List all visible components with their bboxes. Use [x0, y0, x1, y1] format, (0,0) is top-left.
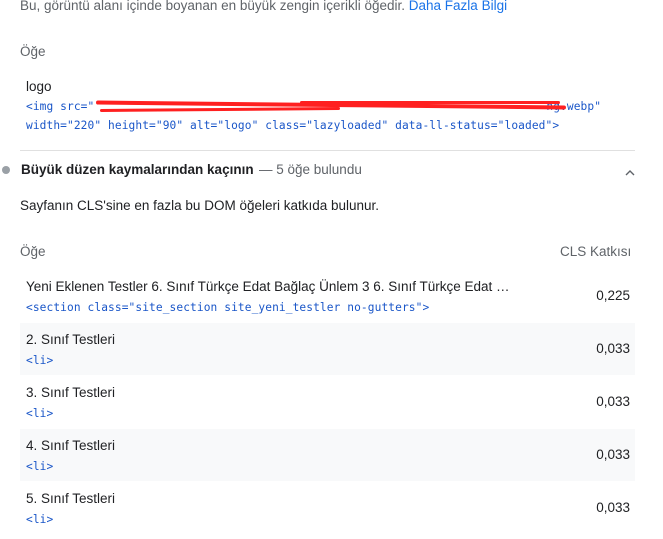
- row-label: 3. Sınıf Testleri: [26, 385, 116, 400]
- row-cls-value: 0,225: [596, 288, 630, 303]
- row-snippet: <section class="site_section site_yeni_t…: [26, 301, 430, 314]
- row-cls-value: 0,033: [596, 341, 630, 356]
- audit-header-cls[interactable]: Büyük düzen kaymalarından kaçının — 5 öğ…: [0, 152, 640, 188]
- row-snippet: <li>: [26, 407, 54, 420]
- row-label: 5. Sınıf Testleri: [26, 491, 116, 506]
- row-cls-value: 0,033: [596, 447, 630, 462]
- table-row: 3. Sınıf Testleri <li> 0,033: [20, 376, 635, 428]
- column-header-cls: CLS Katkısı: [560, 244, 632, 259]
- column-header-element: Öğe: [20, 244, 46, 259]
- row-cls-value: 0,033: [596, 500, 630, 515]
- audit-summary: — 5 öğe bulundu: [259, 162, 362, 177]
- table-row: 4. Sınıf Testleri <li> 0,033: [20, 429, 635, 481]
- audit-title: Büyük düzen kaymalarından kaçının: [21, 162, 254, 177]
- redaction-mark: [300, 101, 560, 104]
- table-row: Yeni Eklenen Testler 6. Sınıf Türkçe Eda…: [20, 270, 635, 322]
- audit-description: Bu, görüntü alanı içinde boyanan en büyü…: [20, 0, 507, 13]
- row-label: Yeni Eklenen Testler 6. Sınıf Türkçe Eda…: [26, 279, 510, 294]
- element-label: logo: [26, 79, 52, 94]
- chevron-up-icon[interactable]: [624, 165, 636, 183]
- element-snippet-start: <img src=": [26, 100, 95, 113]
- row-cls-value: 0,033: [596, 394, 630, 409]
- divider: [20, 150, 635, 151]
- table-row: 5. Sınıf Testleri <li> 0,033: [20, 482, 635, 534]
- audit-description-cls: Sayfanın CLS'sine en fazla bu DOM öğeler…: [20, 198, 380, 213]
- row-label: 2. Sınıf Testleri: [26, 332, 116, 347]
- table-row: 2. Sınıf Testleri <li> 0,033: [20, 323, 635, 375]
- row-label: 4. Sınıf Testleri: [26, 438, 116, 453]
- column-header-element: Öğe: [20, 44, 46, 59]
- row-snippet: <li>: [26, 513, 54, 526]
- row-snippet: <li>: [26, 460, 54, 473]
- row-snippet: <li>: [26, 354, 54, 367]
- lcp-description-text: Bu, görüntü alanı içinde boyanan en büyü…: [20, 0, 406, 13]
- learn-more-link[interactable]: Daha Fazla Bilgi: [409, 0, 507, 13]
- element-snippet-line2: width="220" height="90" alt="logo" class…: [26, 119, 560, 132]
- audit-status-dot-icon: [2, 166, 10, 174]
